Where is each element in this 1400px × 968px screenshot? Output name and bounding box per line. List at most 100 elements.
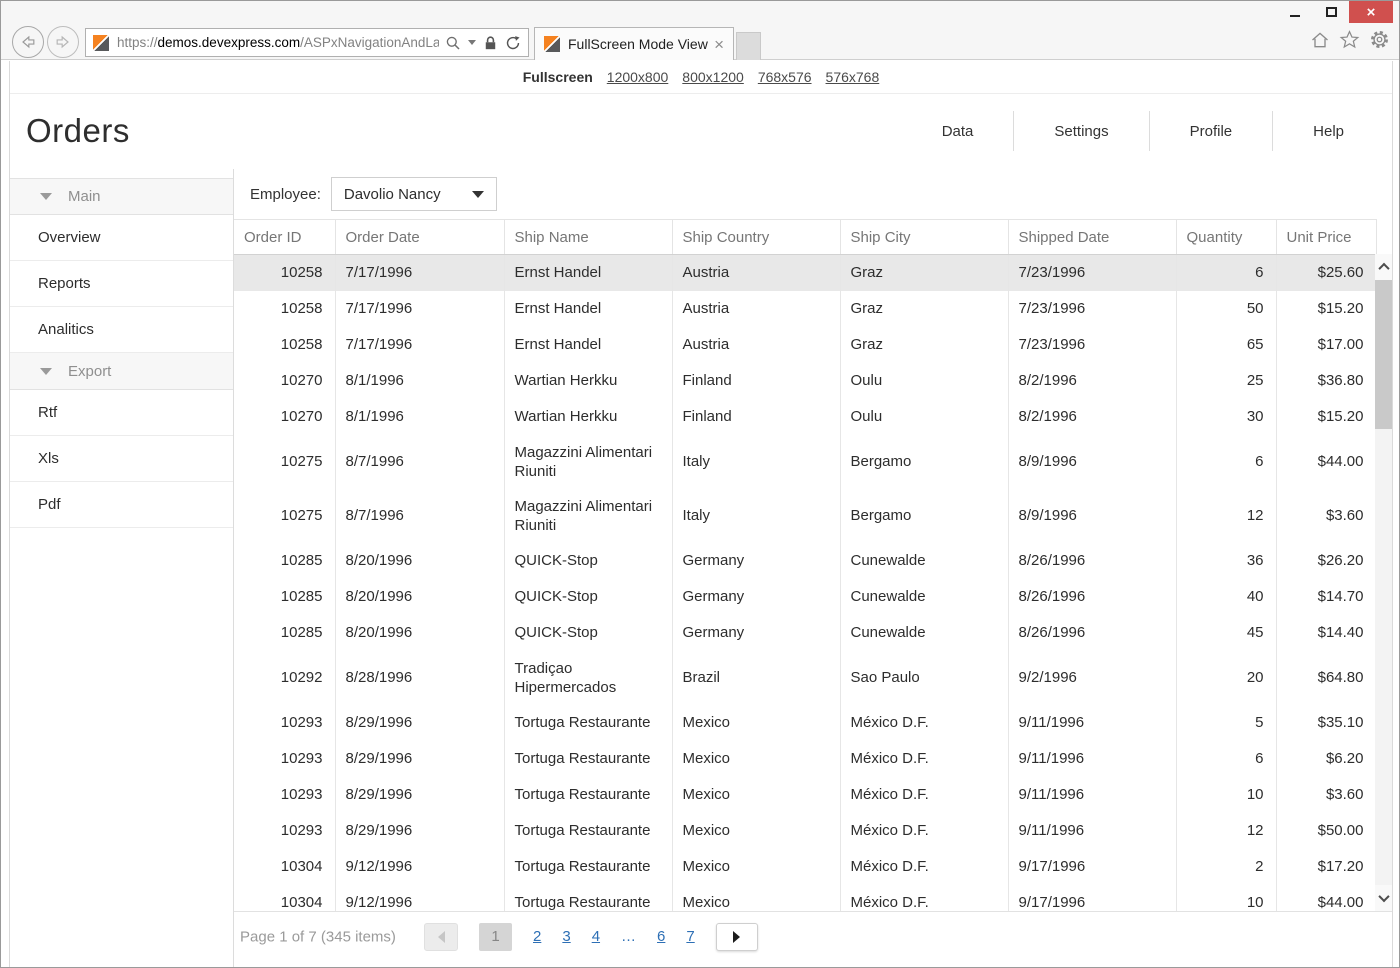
back-button[interactable] [12,26,44,58]
menu-item-help[interactable]: Help [1273,123,1384,140]
refresh-icon[interactable] [505,35,521,51]
size-link-576x768[interactable]: 576x768 [826,69,880,85]
cell-order-id: 10275 [234,489,335,543]
chevron-down-icon [472,191,484,198]
cell-ship-country: Austria [672,255,840,291]
sidebar-item-analitics[interactable]: Analitics [10,307,233,353]
sidebar-item-xls[interactable]: Xls [10,436,233,482]
cell-ship-city: Graz [840,255,1008,291]
browser-tab[interactable]: FullScreen Mode Viewer × [534,27,734,60]
scroll-down-button[interactable] [1375,885,1392,911]
column-header-quantity[interactable]: Quantity [1176,220,1276,255]
cell-unit-price: $14.70 [1276,579,1376,615]
address-bar[interactable]: https://demos.devexpress.com/ASPxNavigat… [85,28,529,57]
next-page-button[interactable] [716,923,758,951]
sidebar-item-pdf[interactable]: Pdf [10,482,233,528]
sidebar-item-reports[interactable]: Reports [10,261,233,307]
prev-page-button[interactable] [424,923,458,951]
cell-unit-price: $25.60 [1276,255,1376,291]
home-icon[interactable] [1310,30,1330,50]
cell-quantity: 10 [1176,885,1276,912]
employee-dropdown[interactable]: Davolio Nancy [331,177,497,211]
table-row[interactable]: 102938/29/1996Tortuga RestauranteMexicoM… [234,777,1376,813]
vertical-scrollbar[interactable] [1375,254,1392,911]
page-link-7[interactable]: 7 [686,928,694,945]
table-row[interactable]: 102938/29/1996Tortuga RestauranteMexicoM… [234,813,1376,849]
table-row[interactable]: 102858/20/1996QUICK-StopGermanyCunewalde… [234,615,1376,651]
cell-order-id: 10285 [234,543,335,579]
cell-unit-price: $15.20 [1276,399,1376,435]
table-row[interactable]: 102708/1/1996Wartian HerkkuFinlandOulu8/… [234,363,1376,399]
prev-arrow-icon [438,931,445,943]
column-header-ship-city[interactable]: Ship City [840,220,1008,255]
settings-gear-icon[interactable] [1369,29,1390,50]
sidebar-group-export[interactable]: Export [10,353,233,390]
cell-shipped-date: 9/2/1996 [1008,651,1176,705]
table-row[interactable]: 102587/17/1996Ernst HandelAustriaGraz7/2… [234,255,1376,291]
table-row[interactable]: 102938/29/1996Tortuga RestauranteMexicoM… [234,741,1376,777]
search-dropdown-icon[interactable] [468,40,476,45]
sidebar-item-overview[interactable]: Overview [10,215,233,261]
table-row[interactable]: 102858/20/1996QUICK-StopGermanyCunewalde… [234,543,1376,579]
table-row[interactable]: 102708/1/1996Wartian HerkkuFinlandOulu8/… [234,399,1376,435]
cell-shipped-date: 8/9/1996 [1008,489,1176,543]
scrollbar-thumb[interactable] [1375,280,1392,429]
forward-button[interactable] [47,26,79,58]
sidebar-item-rtf[interactable]: Rtf [10,390,233,436]
maximize-button[interactable] [1313,1,1349,23]
minimize-button[interactable] [1277,1,1313,23]
column-header-order-id[interactable]: Order ID [234,220,335,255]
cell-order-date: 8/1/1996 [335,399,504,435]
cell-shipped-date: 9/11/1996 [1008,777,1176,813]
cell-order-id: 10292 [234,651,335,705]
favorites-star-icon[interactable] [1339,29,1360,50]
column-header-shipped-date[interactable]: Shipped Date [1008,220,1176,255]
menu-item-settings[interactable]: Settings [1014,123,1148,140]
page-link-6[interactable]: 6 [657,928,665,945]
close-button[interactable]: × [1349,1,1393,23]
table-row[interactable]: 102938/29/1996Tortuga RestauranteMexicoM… [234,705,1376,741]
column-header-unit-price[interactable]: Unit Price [1276,220,1376,255]
cell-ship-country: Germany [672,579,840,615]
table-row[interactable]: 103049/12/1996Tortuga RestauranteMexicoM… [234,849,1376,885]
cell-quantity: 10 [1176,777,1276,813]
size-link-768x576[interactable]: 768x576 [758,69,812,85]
menu-item-data[interactable]: Data [902,123,1014,140]
url-domain: demos.devexpress.com [158,35,301,50]
cell-quantity: 25 [1176,363,1276,399]
size-link-800x1200[interactable]: 800x1200 [682,69,744,85]
table-row[interactable]: 102858/20/1996QUICK-StopGermanyCunewalde… [234,579,1376,615]
cell-ship-city: Cunewalde [840,615,1008,651]
cell-unit-price: $6.20 [1276,741,1376,777]
forward-arrow-icon [53,32,73,52]
column-header-ship-country[interactable]: Ship Country [672,220,840,255]
column-header-ship-name[interactable]: Ship Name [504,220,672,255]
cell-ship-country: Austria [672,327,840,363]
search-icon[interactable] [445,35,461,51]
new-tab-button[interactable] [736,32,761,60]
cell-unit-price: $3.60 [1276,777,1376,813]
menu-item-profile[interactable]: Profile [1150,123,1273,140]
size-link-1200x800[interactable]: 1200x800 [607,69,669,85]
table-row[interactable]: 102587/17/1996Ernst HandelAustriaGraz7/2… [234,291,1376,327]
table-row[interactable]: 103049/12/1996Tortuga RestauranteMexicoM… [234,885,1376,912]
scroll-up-button[interactable] [1375,254,1392,280]
table-row[interactable]: 102587/17/1996Ernst HandelAustriaGraz7/2… [234,327,1376,363]
page-link-3[interactable]: 3 [562,928,570,945]
cell-ship-name: Wartian Herkku [504,399,672,435]
cell-order-date: 7/17/1996 [335,327,504,363]
table-row[interactable]: 102758/7/1996Magazzini Alimentari Riunit… [234,489,1376,543]
cell-order-id: 10285 [234,615,335,651]
column-header-order-date[interactable]: Order Date [335,220,504,255]
page-link-2[interactable]: 2 [533,928,541,945]
tab-close-icon[interactable]: × [714,36,724,53]
table-row[interactable]: 102928/28/1996Tradiçao HipermercadosBraz… [234,651,1376,705]
page-link-4[interactable]: 4 [592,928,600,945]
sidebar-group-main[interactable]: Main [10,178,233,215]
cell-quantity: 40 [1176,579,1276,615]
cell-order-id: 10293 [234,741,335,777]
cell-shipped-date: 7/23/1996 [1008,327,1176,363]
table-row[interactable]: 102758/7/1996Magazzini Alimentari Riunit… [234,435,1376,489]
cell-order-id: 10285 [234,579,335,615]
cell-quantity: 12 [1176,489,1276,543]
